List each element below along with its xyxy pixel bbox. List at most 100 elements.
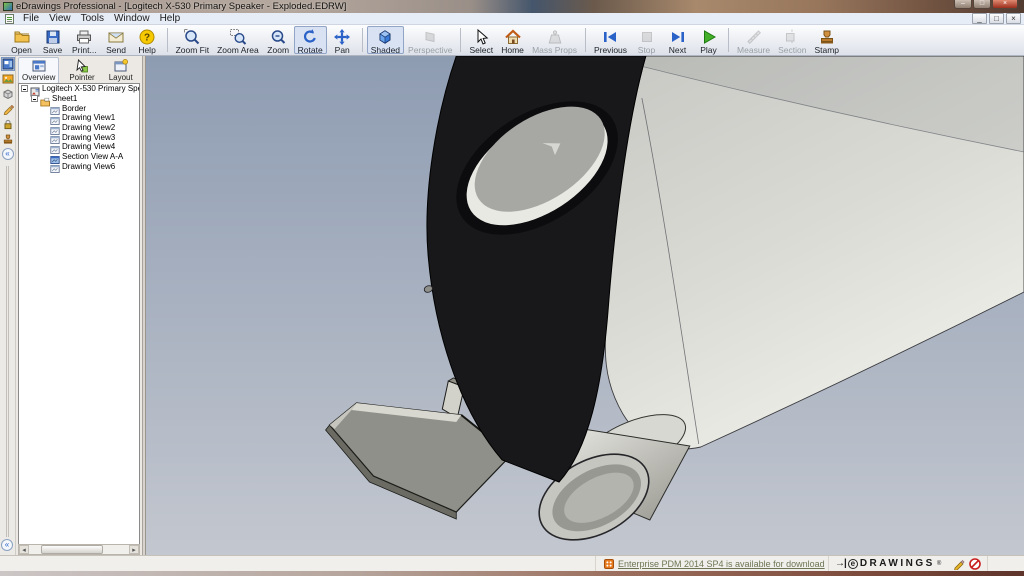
- svg-text:?: ?: [144, 33, 150, 44]
- zoom-area-button[interactable]: Zoom Area: [213, 26, 263, 54]
- pointer-tab-icon: [75, 59, 89, 73]
- select-button[interactable]: Select: [465, 26, 497, 54]
- shaded-cube-icon: [376, 28, 394, 46]
- toolbar-button-label: Mass Props: [532, 46, 577, 55]
- scroll-left-arrow[interactable]: ◂: [19, 545, 29, 554]
- print-button[interactable]: Print...: [68, 26, 101, 54]
- lock-icon[interactable]: [1, 117, 15, 131]
- window-minimize-button[interactable]: –: [954, 0, 972, 9]
- tree-item-drawing-view6[interactable]: Drawing View6: [19, 162, 139, 172]
- status-bar: Enterprise PDM 2014 SP4 is available for…: [0, 555, 1024, 571]
- collapse-panel-button-bottom[interactable]: «: [1, 539, 13, 551]
- window-title: eDrawings Professional - [Logitech X-530…: [16, 1, 346, 12]
- menu-view[interactable]: View: [44, 13, 76, 25]
- play-button[interactable]: Play: [693, 26, 724, 54]
- tree-item-drawing-view3[interactable]: Drawing View3: [19, 132, 139, 142]
- menu-window[interactable]: Window: [109, 13, 155, 25]
- tab-layout[interactable]: Layout: [105, 57, 137, 84]
- save-button[interactable]: Save: [37, 26, 68, 54]
- rotate-button[interactable]: Rotate: [294, 26, 327, 54]
- toolbar-button-label: Zoom Fit: [176, 46, 210, 55]
- toolbar-button-label: Previous: [594, 46, 627, 55]
- content-area: « « OverviewPointer Layout Logitech X-530…: [0, 56, 1024, 555]
- tree-item-label: Drawing View4: [62, 142, 115, 151]
- menu-tools[interactable]: Tools: [76, 13, 109, 25]
- view-icon: [50, 142, 60, 152]
- app-icon[interactable]: [3, 2, 13, 11]
- scrollbar-track[interactable]: [29, 545, 129, 554]
- rotate-icon: [301, 28, 319, 46]
- tree-expander[interactable]: [21, 85, 28, 92]
- toolbar-button-label: Rotate: [298, 46, 323, 55]
- scrollbar-thumb[interactable]: [41, 545, 103, 554]
- shaded-button[interactable]: Shaded: [367, 26, 404, 54]
- child-close-button[interactable]: ×: [1006, 13, 1021, 24]
- menu-file[interactable]: File: [18, 13, 44, 25]
- toolbar-separator: [362, 28, 363, 52]
- child-window-buttons: _□×: [972, 13, 1021, 24]
- tab-label: Layout: [109, 73, 133, 82]
- menu-bar: FileViewToolsWindowHelp _□×: [0, 13, 1024, 25]
- zoom-fit-button[interactable]: Zoom Fit: [172, 26, 214, 54]
- viewport-3d[interactable]: [146, 56, 1024, 555]
- previous-button[interactable]: Previous: [590, 26, 631, 54]
- pencil-icon[interactable]: [1, 102, 15, 116]
- tab-pointer[interactable]: Pointer: [65, 57, 98, 84]
- open-button[interactable]: Open: [6, 26, 37, 54]
- perspective-icon: [421, 28, 439, 46]
- tree-item-drawing-view4[interactable]: Drawing View4: [19, 142, 139, 152]
- zoom-button[interactable]: Zoom: [263, 26, 294, 54]
- stamp-tool-icon[interactable]: [1, 132, 15, 146]
- view-icon: [50, 123, 60, 133]
- tree-horizontal-scrollbar[interactable]: ◂ ▸: [18, 544, 140, 555]
- help-icon: ?: [138, 28, 156, 46]
- floppy-icon: [44, 28, 62, 46]
- section-icon: [783, 28, 801, 46]
- stamp-button[interactable]: Stamp: [810, 26, 843, 54]
- box-icon[interactable]: [1, 87, 15, 101]
- toolbar-button-label: Home: [501, 46, 524, 55]
- panel-splitter-track[interactable]: [6, 166, 9, 537]
- help-button[interactable]: ? Help: [132, 26, 163, 54]
- tree-item-border[interactable]: Border: [19, 103, 139, 113]
- tree-panel-icon[interactable]: [1, 57, 15, 71]
- child-minimize-button[interactable]: _: [972, 13, 987, 24]
- next-button[interactable]: Next: [662, 26, 693, 54]
- tree-item-label: Drawing View6: [62, 162, 115, 171]
- menu-help[interactable]: Help: [155, 13, 186, 25]
- tree-expander[interactable]: [31, 95, 38, 102]
- child-restore-button[interactable]: □: [989, 13, 1004, 24]
- home-button[interactable]: Home: [497, 26, 528, 54]
- tab-overview[interactable]: Overview: [18, 57, 59, 84]
- tree-item-label: Logitech X-530 Primary Speaker - E: [42, 84, 140, 93]
- window-maximize-button[interactable]: □: [973, 0, 991, 9]
- send-button[interactable]: Send: [101, 26, 132, 54]
- scroll-right-arrow[interactable]: ▸: [129, 545, 139, 554]
- tree-item-section-view-a-a[interactable]: Section View A-A: [19, 152, 139, 162]
- window-bottom-border: [0, 571, 1024, 576]
- markup-pencil-icon[interactable]: [953, 558, 965, 570]
- update-link[interactable]: Enterprise PDM 2014 SP4 is available for…: [618, 559, 825, 569]
- image-icon[interactable]: [1, 72, 15, 86]
- update-notification[interactable]: Enterprise PDM 2014 SP4 is available for…: [596, 559, 828, 569]
- tree-item-logitech-x-530-primary-speaker-e[interactable]: Logitech X-530 Primary Speaker - E: [19, 84, 139, 94]
- tree-item-drawing-view1[interactable]: Drawing View1: [19, 113, 139, 123]
- speaker-exploded-model[interactable]: [146, 56, 1024, 555]
- logo-arrow: →|: [835, 558, 846, 569]
- next-icon: [669, 28, 687, 46]
- previous-icon: [601, 28, 619, 46]
- toolbar-separator: [167, 28, 168, 52]
- document-icon[interactable]: [5, 14, 14, 24]
- tree-item-sheet1[interactable]: Sheet1: [19, 94, 139, 104]
- view-icon: [50, 132, 60, 142]
- disabled-markup-icon[interactable]: [969, 558, 981, 570]
- tree-item-drawing-view2[interactable]: Drawing View2: [19, 123, 139, 133]
- tree-item-label: Drawing View1: [62, 113, 115, 122]
- collapse-panel-button[interactable]: «: [2, 148, 14, 160]
- pan-button[interactable]: Pan: [327, 26, 358, 54]
- title-bar[interactable]: eDrawings Professional - [Logitech X-530…: [0, 0, 1024, 13]
- toolbar-button-label: Measure: [737, 46, 770, 55]
- toolbar-button-label: Help: [138, 46, 155, 55]
- printer-icon: [75, 28, 93, 46]
- window-close-button[interactable]: ×: [992, 0, 1018, 9]
